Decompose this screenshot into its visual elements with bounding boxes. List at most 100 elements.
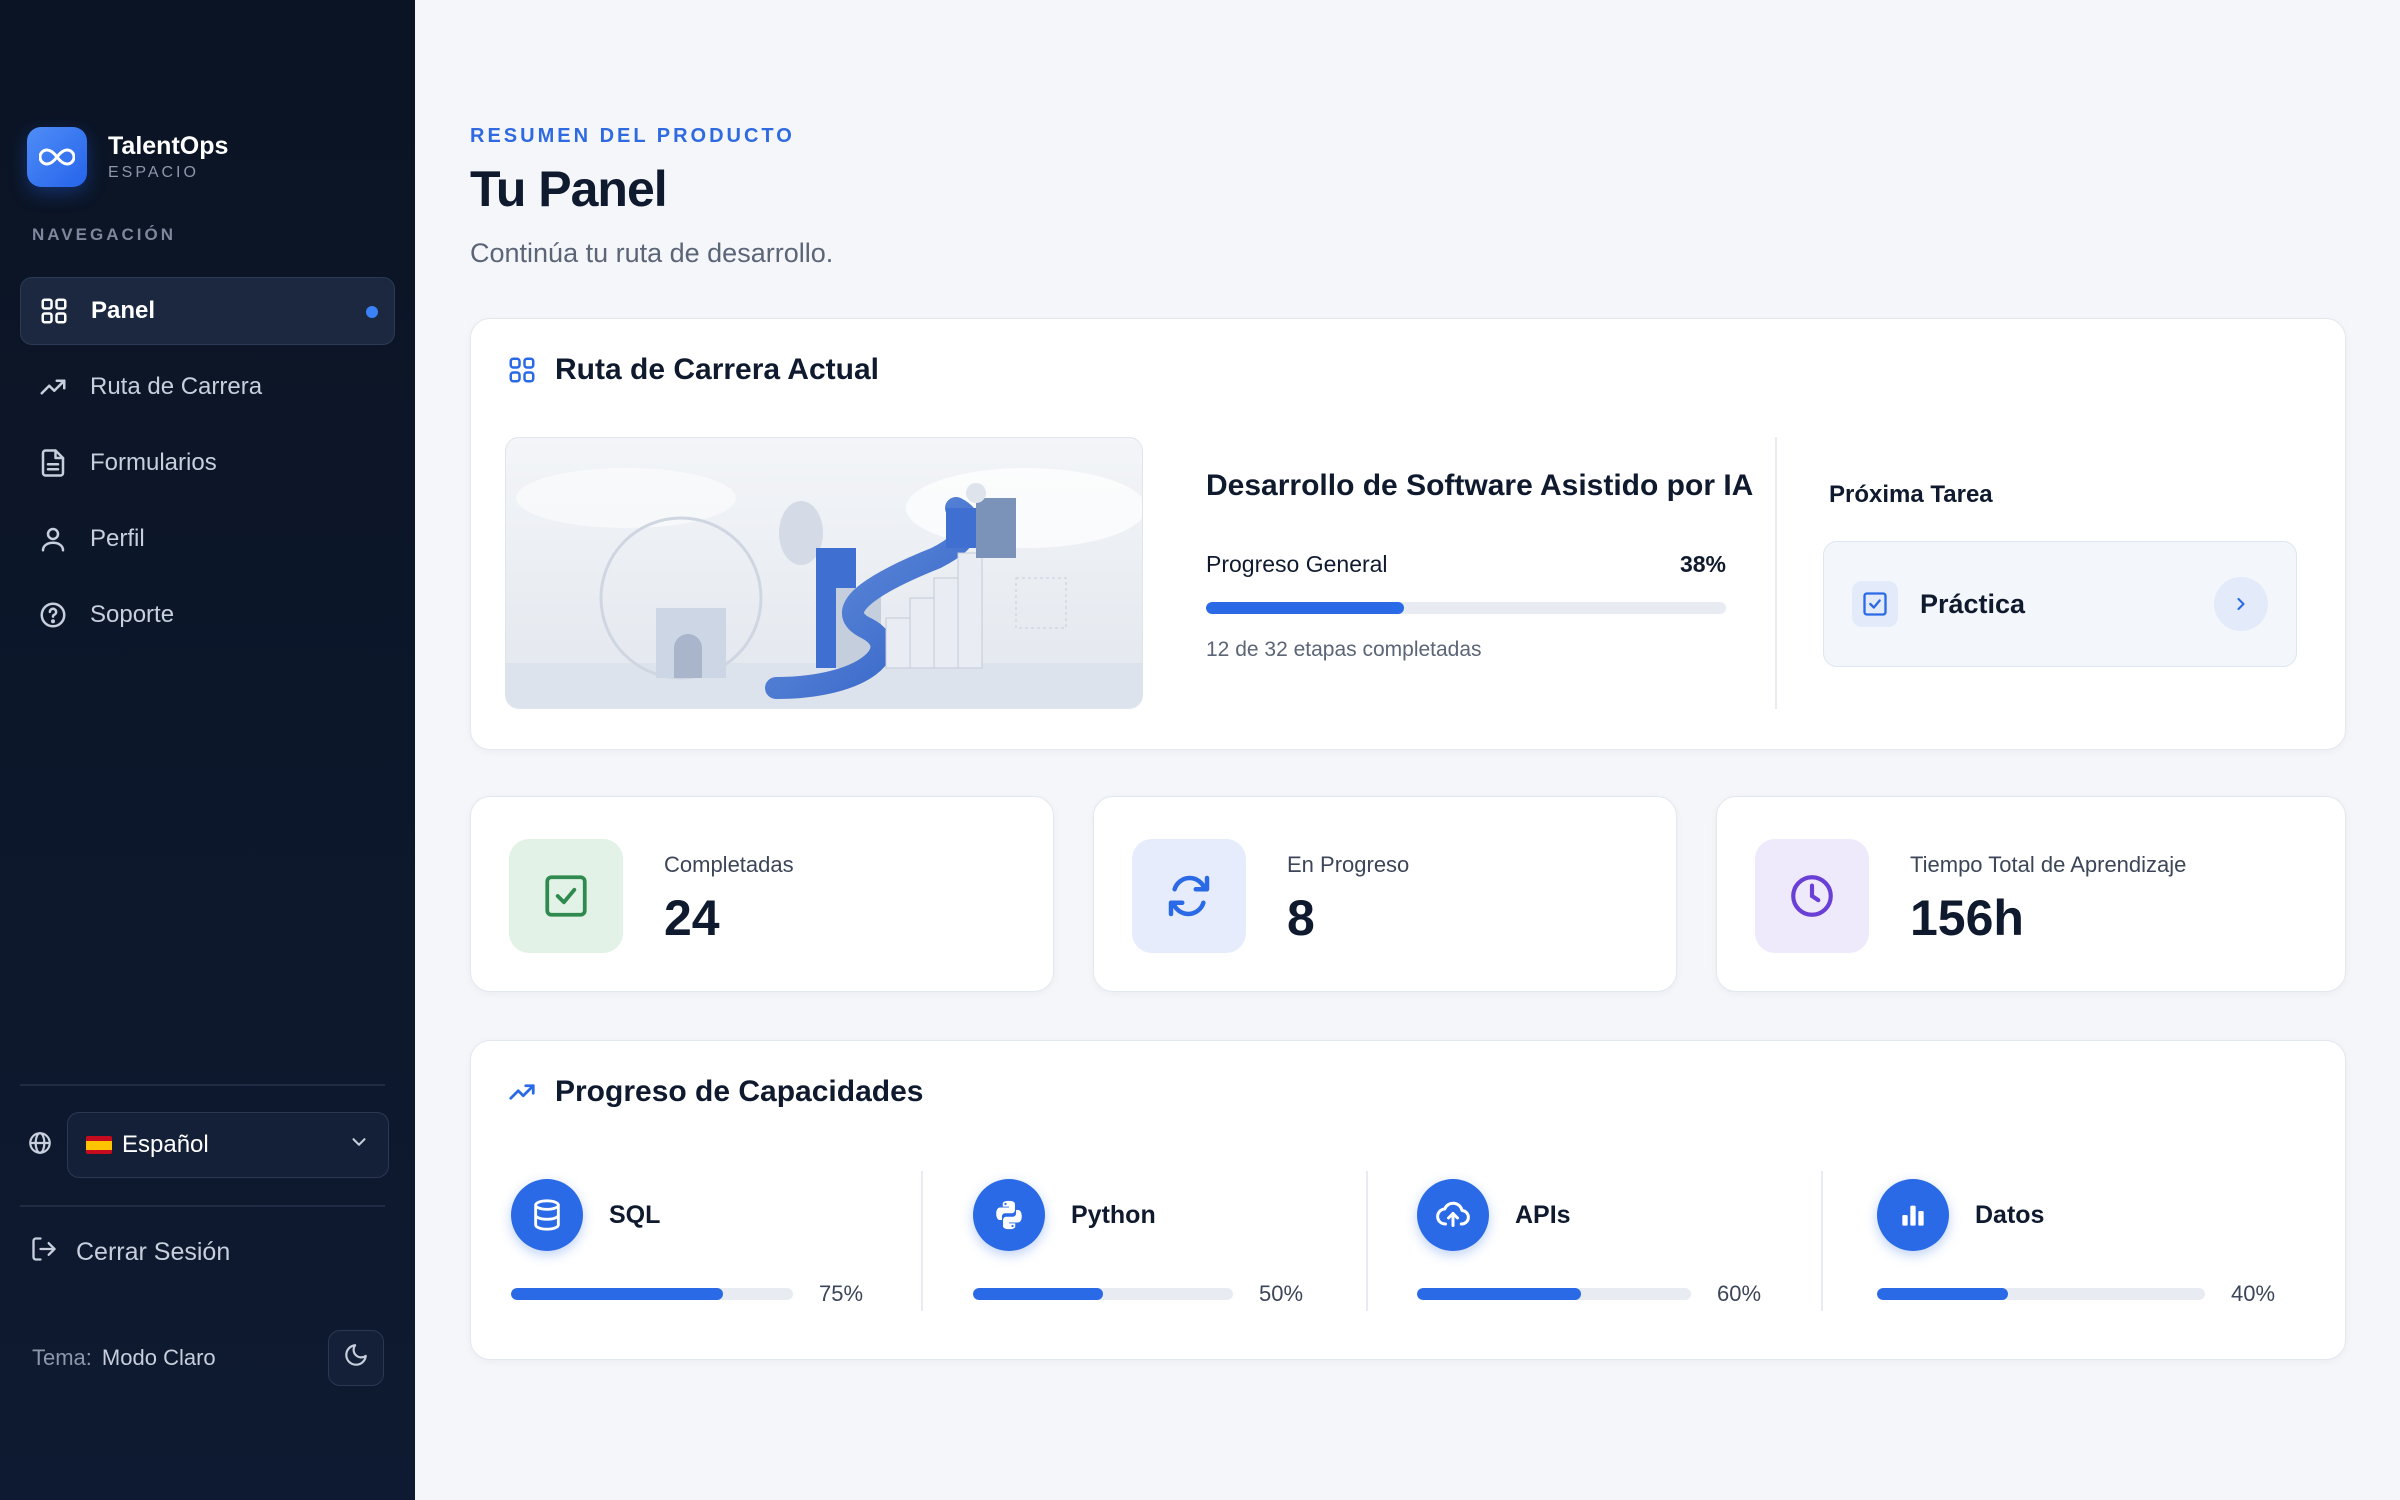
chevron-down-icon (348, 1131, 370, 1160)
skill-name: APIs (1515, 1200, 1571, 1229)
skill-percent: 75% (819, 1281, 864, 1306)
sidebar-divider (20, 1084, 385, 1086)
sidebar-item-soporte[interactable]: Soporte (20, 581, 395, 649)
skills-card-header: Progreso de Capacidades (507, 1075, 923, 1109)
progress-percent: 38% (1679, 551, 1726, 577)
next-task-button[interactable]: Práctica (1823, 541, 2297, 667)
database-icon (511, 1179, 583, 1251)
trending-up-icon (507, 1077, 537, 1107)
page-title: Tu Panel (470, 161, 668, 217)
sidebar-item-label: Formularios (90, 449, 217, 476)
moon-icon (343, 1342, 369, 1374)
theme-label: Tema: (32, 1345, 92, 1370)
skill-progress-fill (1877, 1288, 2009, 1300)
brand-name: TalentOps (108, 132, 229, 160)
sidebar-item-ruta-de-carrera[interactable]: Ruta de Carrera (20, 353, 395, 421)
overall-progress-bar (1206, 602, 1726, 614)
stages-completed: 12 de 32 etapas completadas (1206, 638, 1482, 661)
user-icon (36, 522, 70, 556)
skill-percent: 50% (1259, 1281, 1304, 1306)
sidebar-item-label: Panel (91, 297, 156, 324)
check-square-icon (509, 839, 623, 953)
stat-value: 8 (1287, 890, 1315, 946)
stat-card-in-progress: En Progreso 8 (1093, 796, 1677, 992)
next-task-label: Próxima Tarea (1829, 481, 1993, 508)
skill-divider (1366, 1171, 1368, 1311)
career-card-header: Ruta de Carrera Actual (507, 353, 879, 387)
skill-progress-bar (511, 1288, 793, 1300)
skill-sql: SQL 75% (511, 1179, 863, 1307)
python-icon (973, 1179, 1045, 1251)
globe-icon (27, 1130, 53, 1161)
brand-subtitle: ESPACIO (108, 164, 199, 181)
skill-progress-bar (973, 1288, 1233, 1300)
skill-datos: Datos 40% (1877, 1179, 2275, 1307)
career-illustration (505, 437, 1143, 709)
language-row: Español (27, 1112, 389, 1178)
skill-percent: 60% (1717, 1281, 1762, 1306)
skill-progress-fill (973, 1288, 1103, 1300)
sidebar-item-formularios[interactable]: Formularios (20, 429, 395, 497)
next-task-name: Práctica (1920, 588, 2026, 619)
skills-progress-card: Progreso de Capacidades SQL 75% Python 5… (470, 1040, 2346, 1360)
cloud-upload-icon (1417, 1179, 1489, 1251)
logout-icon (30, 1235, 58, 1270)
language-value: Español (122, 1131, 209, 1158)
logout-button[interactable]: Cerrar Sesión (30, 1235, 230, 1270)
spain-flag-icon (86, 1136, 112, 1154)
sidebar-item-label: Perfil (90, 525, 145, 552)
check-square-icon (1852, 581, 1898, 627)
brand[interactable]: TalentOps ESPACIO (27, 127, 228, 187)
theme-value: Modo Claro (101, 1345, 216, 1370)
sidebar-item-label: Ruta de Carrera (90, 373, 263, 400)
infinity-logo-icon (27, 127, 87, 187)
page-subtitle: Continúa tu ruta de desarrollo. (470, 238, 834, 268)
stat-value: 156h (1910, 890, 2024, 946)
overall-progress-fill (1206, 602, 1404, 614)
skill-progress-bar (1877, 1288, 2205, 1300)
stat-card-learning-time: Tiempo Total de Aprendizaje 156h (1716, 796, 2346, 992)
active-indicator (366, 306, 378, 318)
current-course: Desarrollo de Software Asistido por IA P… (1206, 469, 1754, 662)
nav-heading: NAVEGACIÓN (32, 225, 176, 244)
skill-progress-fill (1417, 1288, 1582, 1300)
stat-label: Completadas (664, 852, 794, 877)
course-title: Desarrollo de Software Asistido por IA (1206, 469, 1754, 502)
stat-value: 24 (664, 890, 720, 946)
career-path-card: Ruta de Carrera Actual Desarrollo de Sof… (470, 318, 2346, 750)
skill-apis: APIs 60% (1417, 1179, 1761, 1307)
stat-card-completed: Completadas 24 (470, 796, 1054, 992)
refresh-icon (1132, 839, 1246, 953)
stat-label: En Progreso (1287, 852, 1410, 877)
progress-label: Progreso General (1206, 551, 1388, 577)
trending-up-icon (36, 370, 70, 404)
sidebar: TalentOps ESPACIO NAVEGACIÓN Panel Ruta … (0, 0, 415, 1500)
skill-name: Python (1071, 1200, 1156, 1229)
theme-toggle-button[interactable] (328, 1330, 384, 1386)
logout-label: Cerrar Sesión (76, 1238, 231, 1266)
document-icon (36, 446, 70, 480)
chevron-right-icon (2214, 577, 2268, 631)
career-card-title: Ruta de Carrera Actual (555, 353, 879, 386)
bar-chart-icon (1877, 1179, 1949, 1251)
theme-row: Tema: Modo Claro (32, 1330, 384, 1386)
clock-icon (1755, 839, 1869, 953)
skill-progress-bar (1417, 1288, 1691, 1300)
grid-icon (37, 294, 71, 328)
sidebar-nav: Panel Ruta de Carrera Formularios Perfil (20, 277, 395, 657)
page-eyebrow: RESUMEN DEL PRODUCTO (470, 125, 795, 147)
skills-card-title: Progreso de Capacidades (555, 1075, 924, 1108)
card-divider (1775, 437, 1777, 709)
stat-label: Tiempo Total de Aprendizaje (1910, 852, 2187, 877)
progress-row: Progreso General 38% (1206, 551, 1726, 578)
skill-divider (1821, 1171, 1823, 1311)
sidebar-item-panel[interactable]: Panel (20, 277, 395, 345)
skill-percent: 40% (2231, 1281, 2276, 1306)
language-select[interactable]: Español (67, 1112, 389, 1178)
skill-python: Python 50% (973, 1179, 1303, 1307)
sidebar-item-label: Soporte (90, 601, 175, 628)
skill-name: SQL (609, 1200, 661, 1229)
skill-progress-fill (511, 1288, 723, 1300)
sidebar-divider (20, 1205, 385, 1207)
sidebar-item-perfil[interactable]: Perfil (20, 505, 395, 573)
